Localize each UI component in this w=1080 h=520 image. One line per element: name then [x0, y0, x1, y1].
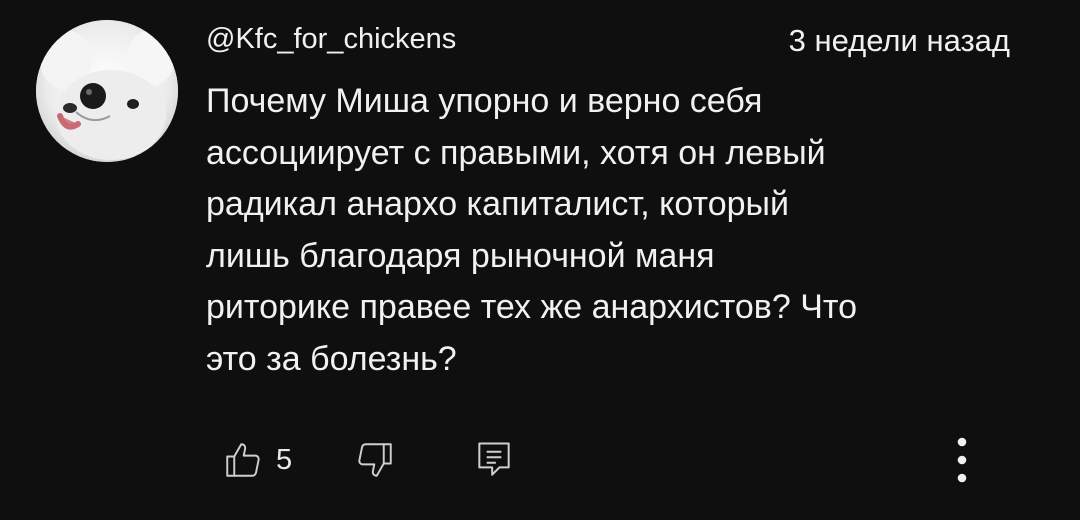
- comment-timestamp[interactable]: 3 недели назад: [789, 22, 1010, 60]
- dog-avatar-icon: [36, 20, 178, 162]
- comment-author[interactable]: @Kfc_for_chickens: [206, 20, 456, 58]
- more-options-button[interactable]: [944, 430, 980, 490]
- reply-comment-icon: [472, 438, 516, 482]
- thumbs-down-icon: [354, 439, 396, 481]
- like-button[interactable]: 5: [222, 430, 292, 490]
- comment-text-line: ассоциирует с правыми, хотя он левый: [206, 133, 826, 172]
- thumbs-up-icon: [222, 439, 264, 481]
- comment-text-line: это за болезнь?: [206, 339, 457, 378]
- like-count: 5: [276, 443, 293, 476]
- vertical-ellipsis-icon: [955, 435, 969, 485]
- comment-item: @Kfc_for_chickens 3 недели назад Почему …: [0, 0, 1080, 520]
- author-avatar[interactable]: [36, 20, 178, 162]
- comment-text-line: Почему Миша упорно и верно себя: [206, 82, 763, 120]
- dislike-button[interactable]: [354, 430, 396, 490]
- comment-text: Почему Миша упорно и верно себя ассоциир…: [206, 76, 1036, 385]
- comment-actions: 5: [0, 430, 1080, 490]
- reply-button[interactable]: [472, 430, 516, 490]
- comment-text-line: радикал анархо капиталист, который: [206, 185, 789, 223]
- comment-text-line: риторике правее тех же анархистов? Что: [206, 288, 857, 326]
- comment-text-line: лишь благодаря рыночной маня: [206, 236, 715, 275]
